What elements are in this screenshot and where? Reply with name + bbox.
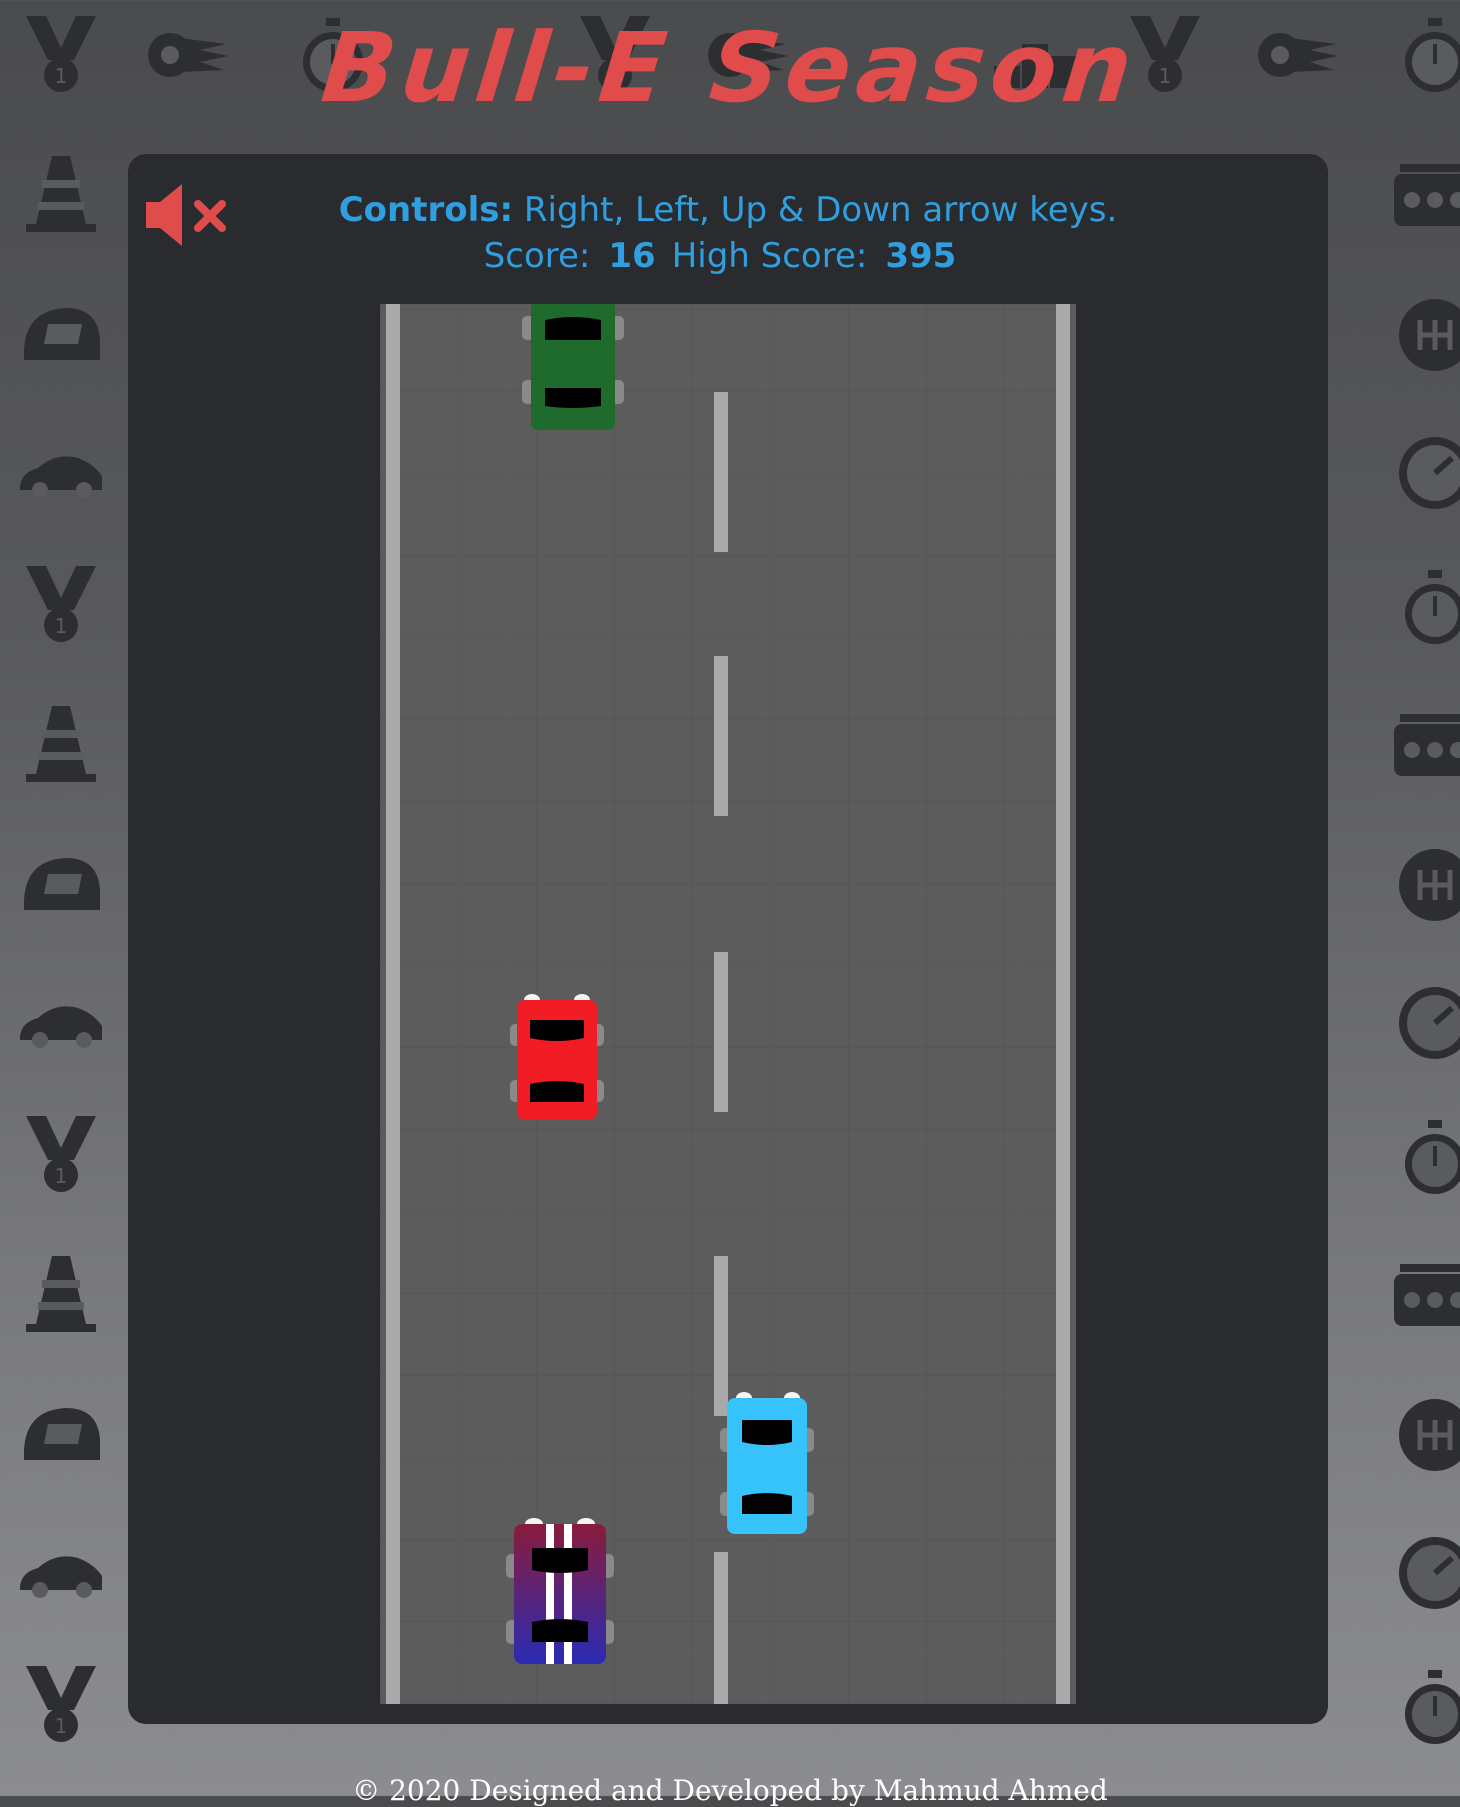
stopwatch-icon [1390,564,1460,654]
traffic-cone-icon [16,1250,106,1340]
game-road[interactable] [380,304,1076,1704]
speedometer-icon [1390,1528,1460,1618]
lane-dash [714,392,728,552]
controls-label: Controls: [338,190,514,230]
score-line: Score: 16 High Score: 395 [128,234,1328,278]
player-car [506,1516,614,1666]
game-panel: Controls: Right, Left, Up & Down arrow k… [128,154,1328,1724]
svg-text:1: 1 [55,614,68,638]
traffic-light-icon [1390,1252,1460,1342]
score-value: 16 [608,236,656,276]
speedometer-icon [1390,978,1460,1068]
sports-car-icon [16,428,106,518]
blue-car [720,1390,814,1536]
svg-text:1: 1 [55,1714,68,1738]
controls-text: Right, Left, Up & Down arrow keys. [523,190,1118,230]
traffic-light-icon [1390,152,1460,242]
game-title: Bull-E Season [316,12,1144,124]
lane-dash [714,1552,728,1704]
red-car [510,992,604,1122]
medal-icon: 1 [16,560,106,650]
traffic-cone-icon [16,700,106,790]
lane-dash [714,952,728,1112]
helmet-icon [16,1390,106,1480]
sports-car-icon [16,978,106,1068]
road-edge-left [386,304,400,1704]
medal-icon: 1 [16,1660,106,1750]
gear-shift-icon [1390,840,1460,930]
gear-shift-icon [1390,290,1460,380]
controls-info: Controls: Right, Left, Up & Down arrow k… [128,188,1328,278]
footer-credit: © 2020 Designed and Developed by Mahmud … [352,1774,1108,1807]
traffic-cone-icon [16,150,106,240]
stopwatch-icon [1390,1664,1460,1754]
lane-dash [714,656,728,816]
high-score-value: 395 [885,236,957,276]
controls-line: Controls: Right, Left, Up & Down arrow k… [128,188,1328,232]
gear-shift-icon [1390,1390,1460,1480]
green-car [522,304,624,434]
sports-car-icon [16,1528,106,1618]
helmet-icon [16,290,106,380]
traffic-light-icon [1390,702,1460,792]
road-edge-right [1056,304,1070,1704]
score-label: Score: [483,236,591,276]
stopwatch-icon [1390,1114,1460,1204]
medal-icon: 1 [16,1110,106,1200]
speedometer-icon [1390,428,1460,518]
high-score-label: High Score: [671,236,868,276]
helmet-icon [16,840,106,930]
svg-text:1: 1 [55,1164,68,1188]
